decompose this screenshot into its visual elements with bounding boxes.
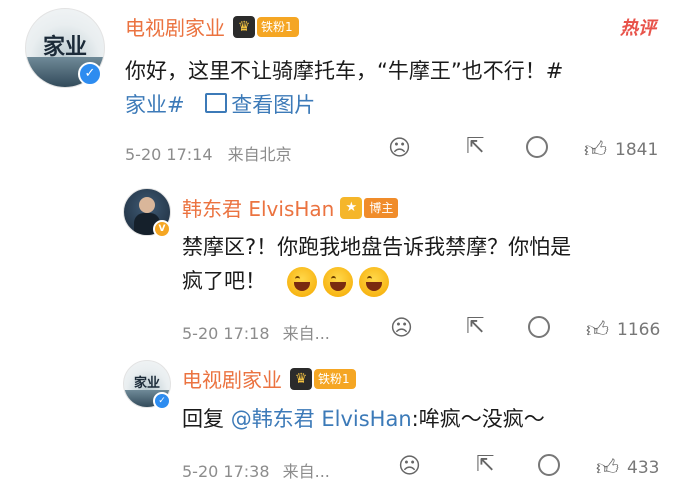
view-picture-link[interactable]: 查看图片	[205, 93, 315, 117]
comment-date: 5-20 17:18	[182, 324, 270, 343]
like-count: 1841	[615, 139, 659, 160]
comment-button[interactable]	[526, 136, 548, 158]
comment-location: 来自...	[282, 462, 330, 481]
sad-face-icon: ☹	[398, 454, 421, 479]
username[interactable]: 电视剧家业	[125, 12, 225, 41]
dislike-button[interactable]: ☹	[390, 316, 413, 341]
verified-icon: V	[153, 220, 171, 238]
mention-link[interactable]: @韩东君 ElvisHan	[231, 407, 412, 431]
sad-face-icon: ☹	[390, 316, 413, 341]
share-icon: ⇱	[466, 314, 485, 339]
comment-location: 来自...	[282, 324, 330, 343]
username[interactable]: 电视剧家业	[182, 364, 282, 393]
crown-icon: ♛	[290, 367, 312, 390]
dislike-button[interactable]: ☹	[388, 136, 411, 161]
like-button[interactable]: 👍︎ 1841	[584, 136, 658, 163]
comment-date: 5-20 17:38	[182, 462, 270, 481]
like-count: 433	[627, 457, 660, 478]
thumbs-up-icon: 👍︎	[584, 138, 607, 163]
comment-button[interactable]	[528, 316, 550, 338]
like-button[interactable]: 👍︎ 1166	[586, 316, 660, 343]
dislike-button[interactable]: ☹	[398, 454, 421, 479]
blogger-icon: ★	[340, 196, 363, 219]
image-icon	[205, 93, 228, 113]
laugh-emoji-icon	[358, 267, 389, 297]
comment-icon	[528, 316, 550, 338]
comment-button[interactable]	[538, 454, 560, 476]
fan-badge[interactable]: 铁粉1	[314, 368, 356, 389]
comment-text: 你好，这里不让骑摩托车，“牛摩王”也不行！# 家业# 查看图片	[125, 59, 564, 117]
laugh-emoji-icon	[286, 267, 317, 297]
share-button[interactable]: ⇱	[476, 452, 494, 477]
comment-location: 来自北京	[227, 145, 292, 164]
hot-comment-label: 热评	[620, 18, 656, 39]
thumbs-up-icon: 👍︎	[586, 318, 609, 343]
username[interactable]: 韩东君 ElvisHan	[182, 193, 334, 222]
comment-icon	[526, 136, 548, 158]
thumbs-up-icon: 👍︎	[596, 456, 619, 481]
laugh-emoji-icon	[322, 267, 353, 297]
like-count: 1166	[617, 319, 661, 340]
like-button[interactable]: 👍︎ 433	[596, 454, 659, 481]
share-icon: ⇱	[476, 452, 495, 477]
crown-icon: ♛	[233, 15, 255, 38]
comment-text: 回复 @韩东君 ElvisHan:哞疯～没疯～	[182, 407, 545, 431]
share-button[interactable]: ⇱	[466, 134, 484, 159]
sad-face-icon: ☹	[388, 136, 411, 161]
blogger-badge[interactable]: 博主	[364, 197, 399, 218]
comment-date: 5-20 17:14	[125, 145, 213, 164]
hashtag-link[interactable]: 家业#	[125, 93, 185, 117]
verified-icon: ✓	[78, 62, 102, 86]
avatar-text: 家业	[42, 34, 87, 60]
verified-icon: ✓	[153, 392, 171, 410]
fan-badge[interactable]: 铁粉1	[257, 16, 299, 37]
avatar-text: 家业	[133, 376, 160, 391]
share-button[interactable]: ⇱	[466, 314, 484, 339]
comment-icon	[538, 454, 560, 476]
comment-text: 禁摩区?！你跑我地盘告诉我禁摩？你怕是 疯了吧！	[182, 230, 682, 298]
share-icon: ⇱	[466, 134, 485, 159]
